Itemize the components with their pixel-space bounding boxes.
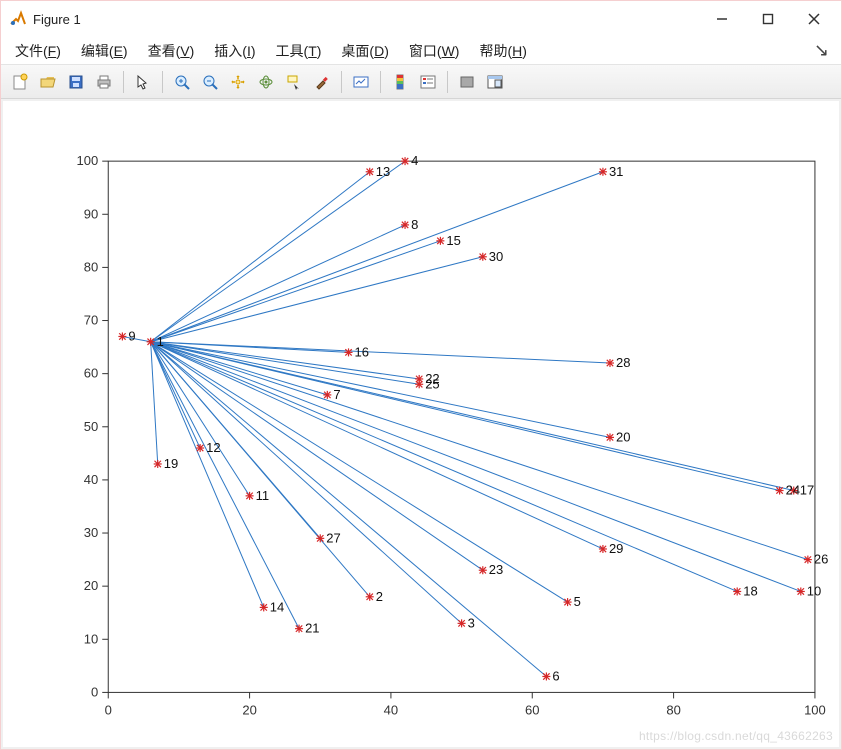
svg-text:30: 30 xyxy=(84,525,98,540)
svg-text:20: 20 xyxy=(84,578,98,593)
svg-text:40: 40 xyxy=(384,702,398,717)
svg-text:30: 30 xyxy=(489,249,503,264)
axes-canvas[interactable]: 0204060801000102030405060708090100123456… xyxy=(3,101,839,747)
zoom-in-button[interactable] xyxy=(169,69,195,95)
svg-text:7: 7 xyxy=(333,387,340,402)
svg-text:60: 60 xyxy=(525,702,539,717)
separator-icon xyxy=(162,71,163,93)
menu-insert[interactable]: 插入(I) xyxy=(206,39,263,63)
legend-button[interactable] xyxy=(415,69,441,95)
svg-text:9: 9 xyxy=(128,328,135,343)
svg-text:90: 90 xyxy=(84,206,98,221)
svg-text:5: 5 xyxy=(574,594,581,609)
plot-svg: 0204060801000102030405060708090100123456… xyxy=(3,101,839,749)
menu-tools[interactable]: 工具(T) xyxy=(268,39,330,63)
separator-icon xyxy=(341,71,342,93)
svg-text:0: 0 xyxy=(105,702,112,717)
figure-area: 0204060801000102030405060708090100123456… xyxy=(1,99,841,749)
svg-text:12: 12 xyxy=(206,440,220,455)
figure-window: Figure 1 文件(F) 编辑(E) 查看(V) 插入(I) 工具(T) 桌… xyxy=(0,0,842,750)
separator-icon xyxy=(447,71,448,93)
svg-text:80: 80 xyxy=(84,259,98,274)
svg-text:27: 27 xyxy=(326,530,340,545)
separator-icon xyxy=(123,71,124,93)
svg-text:23: 23 xyxy=(489,562,503,577)
svg-text:70: 70 xyxy=(84,313,98,328)
svg-text:80: 80 xyxy=(666,702,680,717)
svg-text:3: 3 xyxy=(468,615,475,630)
minimize-button[interactable] xyxy=(699,3,745,35)
menu-help[interactable]: 帮助(H) xyxy=(471,39,534,63)
svg-text:29: 29 xyxy=(609,541,623,556)
svg-text:20: 20 xyxy=(616,429,630,444)
open-button[interactable] xyxy=(35,69,61,95)
separator-icon xyxy=(380,71,381,93)
svg-text:50: 50 xyxy=(84,419,98,434)
svg-text:14: 14 xyxy=(270,599,284,614)
menu-window[interactable]: 窗口(W) xyxy=(401,39,468,63)
svg-text:28: 28 xyxy=(616,355,630,370)
undock-icon[interactable]: ↘ xyxy=(808,40,835,61)
pan-button[interactable] xyxy=(225,69,251,95)
toolbar xyxy=(1,65,841,99)
svg-text:8: 8 xyxy=(411,217,418,232)
svg-text:40: 40 xyxy=(84,472,98,487)
svg-text:100: 100 xyxy=(804,702,826,717)
svg-text:0: 0 xyxy=(91,684,98,699)
colorbar-button[interactable] xyxy=(387,69,413,95)
close-button[interactable] xyxy=(791,3,837,35)
svg-text:19: 19 xyxy=(164,456,178,471)
rotate-3d-button[interactable] xyxy=(253,69,279,95)
svg-text:13: 13 xyxy=(376,164,390,179)
new-figure-button[interactable] xyxy=(7,69,33,95)
window-title: Figure 1 xyxy=(33,12,81,27)
pointer-button[interactable] xyxy=(130,69,156,95)
menu-file[interactable]: 文件(F) xyxy=(7,39,69,63)
menubar: 文件(F) 编辑(E) 查看(V) 插入(I) 工具(T) 桌面(D) 窗口(W… xyxy=(1,37,841,65)
menu-desktop[interactable]: 桌面(D) xyxy=(333,39,396,63)
svg-text:1: 1 xyxy=(157,334,164,349)
svg-text:100: 100 xyxy=(77,153,99,168)
svg-text:18: 18 xyxy=(743,583,757,598)
matlab-icon xyxy=(9,10,27,28)
svg-text:60: 60 xyxy=(84,366,98,381)
brush-button[interactable] xyxy=(309,69,335,95)
print-button[interactable] xyxy=(91,69,117,95)
menu-edit[interactable]: 编辑(E) xyxy=(73,39,136,63)
svg-text:17: 17 xyxy=(800,483,814,498)
svg-text:25: 25 xyxy=(425,376,439,391)
menu-view[interactable]: 查看(V) xyxy=(140,39,203,63)
svg-text:4: 4 xyxy=(411,153,418,168)
svg-text:10: 10 xyxy=(84,631,98,646)
svg-text:2: 2 xyxy=(376,589,383,604)
link-plots-button[interactable] xyxy=(348,69,374,95)
svg-text:16: 16 xyxy=(355,344,369,359)
save-button[interactable] xyxy=(63,69,89,95)
svg-text:24: 24 xyxy=(786,483,800,498)
svg-text:21: 21 xyxy=(305,621,319,636)
svg-text:10: 10 xyxy=(807,583,821,598)
svg-text:20: 20 xyxy=(242,702,256,717)
titlebar: Figure 1 xyxy=(1,1,841,37)
svg-text:15: 15 xyxy=(446,233,460,248)
dock-figure-button[interactable] xyxy=(482,69,508,95)
svg-text:11: 11 xyxy=(256,488,270,503)
svg-text:6: 6 xyxy=(552,668,559,683)
svg-text:31: 31 xyxy=(609,164,623,179)
maximize-button[interactable] xyxy=(745,3,791,35)
svg-text:26: 26 xyxy=(814,552,828,567)
zoom-out-button[interactable] xyxy=(197,69,223,95)
data-cursor-button[interactable] xyxy=(281,69,307,95)
hide-tools-button[interactable] xyxy=(454,69,480,95)
